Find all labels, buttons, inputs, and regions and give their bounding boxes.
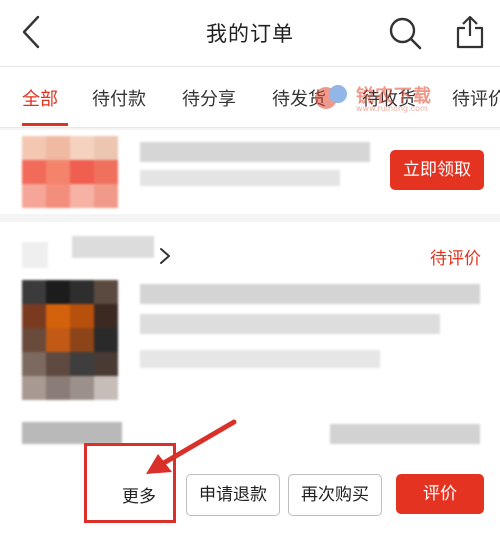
page-title: 我的订单 bbox=[206, 22, 294, 46]
product-image bbox=[22, 280, 118, 400]
watermark-logo-icon bbox=[315, 85, 347, 109]
review-button[interactable]: 评价 bbox=[396, 474, 484, 514]
product-spec-placeholder bbox=[140, 350, 380, 368]
top-nav-bar: 我的订单 bbox=[0, 0, 500, 67]
site-watermark: 锐农下载 www.ruinong.com bbox=[312, 80, 432, 120]
search-icon[interactable] bbox=[388, 16, 422, 50]
promo-image bbox=[22, 136, 118, 208]
chevron-right-icon[interactable] bbox=[158, 247, 172, 265]
promo-card: 立即领取 bbox=[0, 130, 500, 214]
tab-pending-payment[interactable]: 待付款 bbox=[92, 85, 146, 111]
promo-subtext-placeholder bbox=[140, 170, 340, 186]
tab-all[interactable]: 全部 bbox=[22, 85, 58, 111]
claim-now-button[interactable]: 立即领取 bbox=[390, 150, 484, 190]
watermark-subtext: www.ruinong.com bbox=[356, 104, 428, 113]
total-price-placeholder bbox=[330, 424, 480, 444]
product-title-placeholder-2 bbox=[140, 314, 440, 334]
product-title-placeholder bbox=[140, 284, 480, 304]
price-row-placeholder bbox=[22, 422, 122, 444]
annotation-arrow-icon bbox=[146, 419, 237, 474]
promo-text-placeholder bbox=[140, 142, 370, 162]
order-status-label: 待评价 bbox=[430, 249, 481, 269]
tab-pending-share[interactable]: 待分享 bbox=[182, 85, 236, 111]
tab-pending-review[interactable]: 待评价 bbox=[452, 85, 500, 111]
active-tab-indicator bbox=[22, 123, 68, 126]
store-logo bbox=[22, 242, 48, 268]
share-icon[interactable] bbox=[455, 15, 485, 49]
buy-again-button[interactable]: 再次购买 bbox=[288, 474, 382, 516]
store-name-placeholder bbox=[72, 236, 154, 258]
order-tabs: 全部 待付款 待分享 待发货 待收货 待评价 锐农下载 www.ruinong.… bbox=[0, 67, 500, 128]
